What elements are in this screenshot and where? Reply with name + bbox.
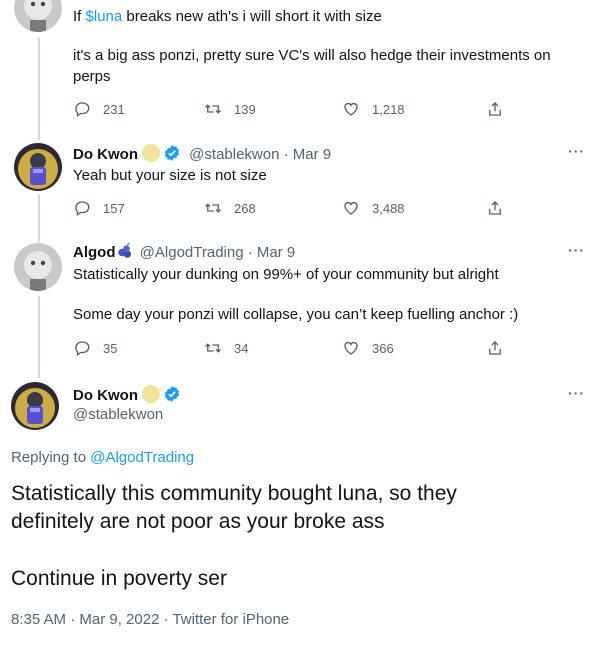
more-options-button[interactable]: ··· (568, 143, 585, 159)
tweet-timestamp[interactable]: 8:35 AM · Mar 9, 2022 · Twitter for iPho… (11, 610, 289, 630)
tweet-text: perps (73, 68, 111, 85)
retweet-icon (205, 203, 221, 213)
retweet-icon (205, 104, 221, 114)
display-name[interactable]: Do Kwon (73, 146, 138, 163)
cashtag-link[interactable]: $luna (86, 8, 123, 25)
tweet-text: If $luna breaks new ath's i will short i… (73, 8, 382, 25)
reply-button[interactable]: 231 (73, 99, 125, 119)
like-button[interactable]: 366 (342, 338, 394, 358)
tweet-header: Do Kwon @stablekwon · Mar 9 (73, 144, 331, 165)
replying-to-handle-link[interactable]: @AlgodTrading (90, 449, 194, 466)
avatar-algod[interactable] (14, 0, 62, 32)
tweet-header: Do Kwon (73, 385, 181, 406)
like-icon (344, 341, 358, 355)
main-tweet-text: definitely are not poor as your broke as… (11, 510, 385, 533)
main-tweet-text: Continue in poverty ser (11, 567, 227, 590)
share-button[interactable] (486, 338, 516, 358)
handle[interactable]: @stablekwon (73, 405, 163, 425)
display-name[interactable]: Do Kwon (73, 387, 138, 404)
retweet-button[interactable]: 268 (204, 198, 256, 218)
reply-button[interactable]: 157 (73, 198, 125, 218)
share-icon (489, 341, 501, 355)
verified-badge-icon (164, 386, 180, 402)
reply-icon (75, 341, 90, 357)
more-options-button[interactable]: ··· (568, 385, 585, 401)
tweet-text: Yeah but your size is not size (73, 167, 267, 184)
reply-icon (75, 201, 90, 217)
share-icon (489, 201, 501, 215)
thread-line (38, 38, 40, 140)
thread-line (38, 296, 40, 378)
blueberries-emoji-icon (117, 242, 131, 258)
coin-emoji-icon (142, 144, 160, 162)
coin-emoji-icon (142, 385, 160, 403)
tweet-header: Algod @AlgodTrading · Mar 9 (73, 242, 295, 263)
display-name[interactable]: Algod (73, 244, 116, 261)
tweet-text: it's a big ass ponzi, pretty sure VC's w… (73, 47, 551, 64)
share-button[interactable] (486, 198, 516, 218)
tweet-text: Statistically your dunking on 99%+ of yo… (73, 266, 499, 283)
reply-icon (75, 102, 90, 118)
like-icon (344, 102, 358, 116)
replying-to: Replying to @AlgodTrading (11, 449, 195, 466)
tweet-text: Some day your ponzi will collapse, you c… (73, 306, 519, 323)
like-button[interactable]: 1,218 (342, 99, 405, 119)
avatar-dokwon[interactable] (11, 382, 59, 430)
verified-badge-icon (164, 145, 180, 161)
retweet-icon (205, 343, 221, 353)
like-button[interactable]: 3,488 (342, 198, 405, 218)
share-button[interactable] (486, 99, 516, 119)
retweet-button[interactable]: 139 (204, 99, 256, 119)
handle-date[interactable]: @stablekwon · Mar 9 (189, 146, 331, 163)
avatar-dokwon[interactable] (14, 143, 62, 191)
reply-button[interactable]: 35 (73, 338, 117, 358)
retweet-button[interactable]: 34 (204, 338, 248, 358)
main-tweet-text: Statistically this community bought luna… (11, 482, 457, 505)
handle-date[interactable]: @AlgodTrading · Mar 9 (140, 244, 296, 261)
avatar-algod[interactable] (14, 243, 62, 291)
share-icon (489, 102, 501, 116)
like-icon (344, 201, 358, 215)
more-options-button[interactable]: ··· (568, 242, 585, 258)
thread-line (38, 194, 40, 242)
